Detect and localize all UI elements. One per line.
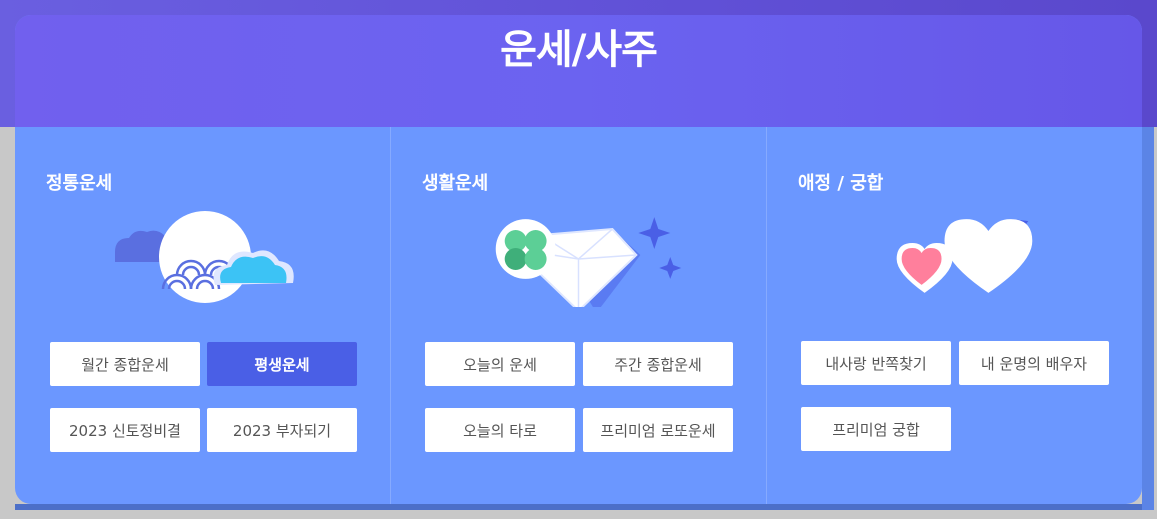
section-daily-fortune: 생활운세 오늘의 운세 주간 종합운세 오늘의 타로 프리미엄 로또운세 — [390, 127, 766, 504]
premium-compat-button[interactable]: 프리미엄 궁합 — [801, 407, 951, 451]
destined-spouse-button[interactable]: 내 운명의 배우자 — [959, 341, 1109, 385]
today-tarot-button[interactable]: 오늘의 타로 — [425, 408, 575, 452]
moon-cloud-icon — [115, 211, 294, 303]
section-title: 정통운세 — [46, 173, 113, 194]
weekly-fortune-button[interactable]: 주간 종합운세 — [583, 342, 733, 386]
section-love-compat: 애정 / 궁합 내사랑 반쪽찾기 내 운명의 배우자 프리미엄 궁합 — [766, 127, 1142, 504]
hearts-arrow-icon — [896, 219, 1033, 293]
today-fortune-button[interactable]: 오늘의 운세 — [425, 342, 575, 386]
lifetime-fortune-button[interactable]: 평생운세 — [207, 342, 357, 386]
card-right-shadow — [1142, 127, 1154, 510]
section-traditional-fortune: 정통운세 월간 종합운세 평생운세 2023 신토정비결 2023 부자되기 — [15, 127, 390, 504]
section-title: 생활운세 — [422, 173, 489, 194]
card-header: 운세/사주 — [15, 15, 1142, 127]
fortune-card: 운세/사주 정통운세 월간 종합운세 평생운세 2023 신토정비결 2023 … — [15, 15, 1142, 504]
clover-diamond-icon — [495, 217, 682, 307]
become-rich-button[interactable]: 2023 부자되기 — [207, 408, 357, 452]
find-soulmate-button[interactable]: 내사랑 반쪽찾기 — [801, 341, 951, 385]
premium-lotto-button[interactable]: 프리미엄 로또운세 — [583, 408, 733, 452]
tojeong-button[interactable]: 2023 신토정비결 — [50, 408, 200, 452]
monthly-fortune-button[interactable]: 월간 종합운세 — [50, 342, 200, 386]
card-bottom-shadow — [15, 504, 1142, 510]
section-title: 애정 / 궁합 — [798, 173, 884, 194]
page-title: 운세/사주 — [500, 27, 658, 73]
